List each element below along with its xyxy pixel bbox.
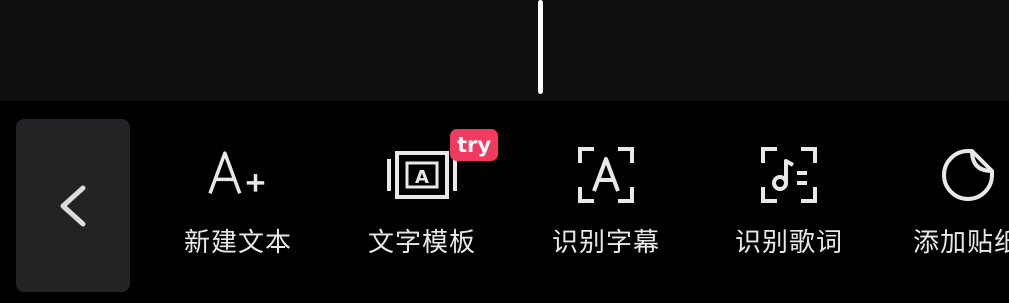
try-badge: try — [450, 129, 498, 161]
add-sticker-button[interactable]: 添加贴纸 — [893, 140, 1009, 270]
svg-text:A: A — [415, 167, 429, 188]
sticker-icon — [933, 140, 1003, 210]
timeline-track[interactable] — [0, 0, 1009, 101]
new-text-button[interactable]: 新建文本 — [158, 140, 318, 270]
recognize-lyrics-button[interactable]: 识别歌词 — [709, 140, 869, 270]
recognize-lyrics-icon — [754, 140, 824, 210]
tool-label: 添加贴纸 — [913, 228, 1009, 258]
tool-label: 文字模板 — [367, 228, 476, 258]
recognize-subtitle-icon — [571, 140, 641, 210]
tool-label: 新建文本 — [183, 228, 292, 258]
tool-label: 识别字幕 — [551, 228, 660, 258]
chevron-left-icon — [60, 185, 86, 226]
add-text-icon — [203, 140, 273, 210]
recognize-subtitle-button[interactable]: 识别字幕 — [526, 140, 686, 270]
back-button[interactable] — [16, 119, 130, 292]
playhead[interactable] — [538, 0, 543, 94]
tool-label: 识别歌词 — [734, 228, 843, 258]
text-template-icon: A — [387, 140, 457, 210]
